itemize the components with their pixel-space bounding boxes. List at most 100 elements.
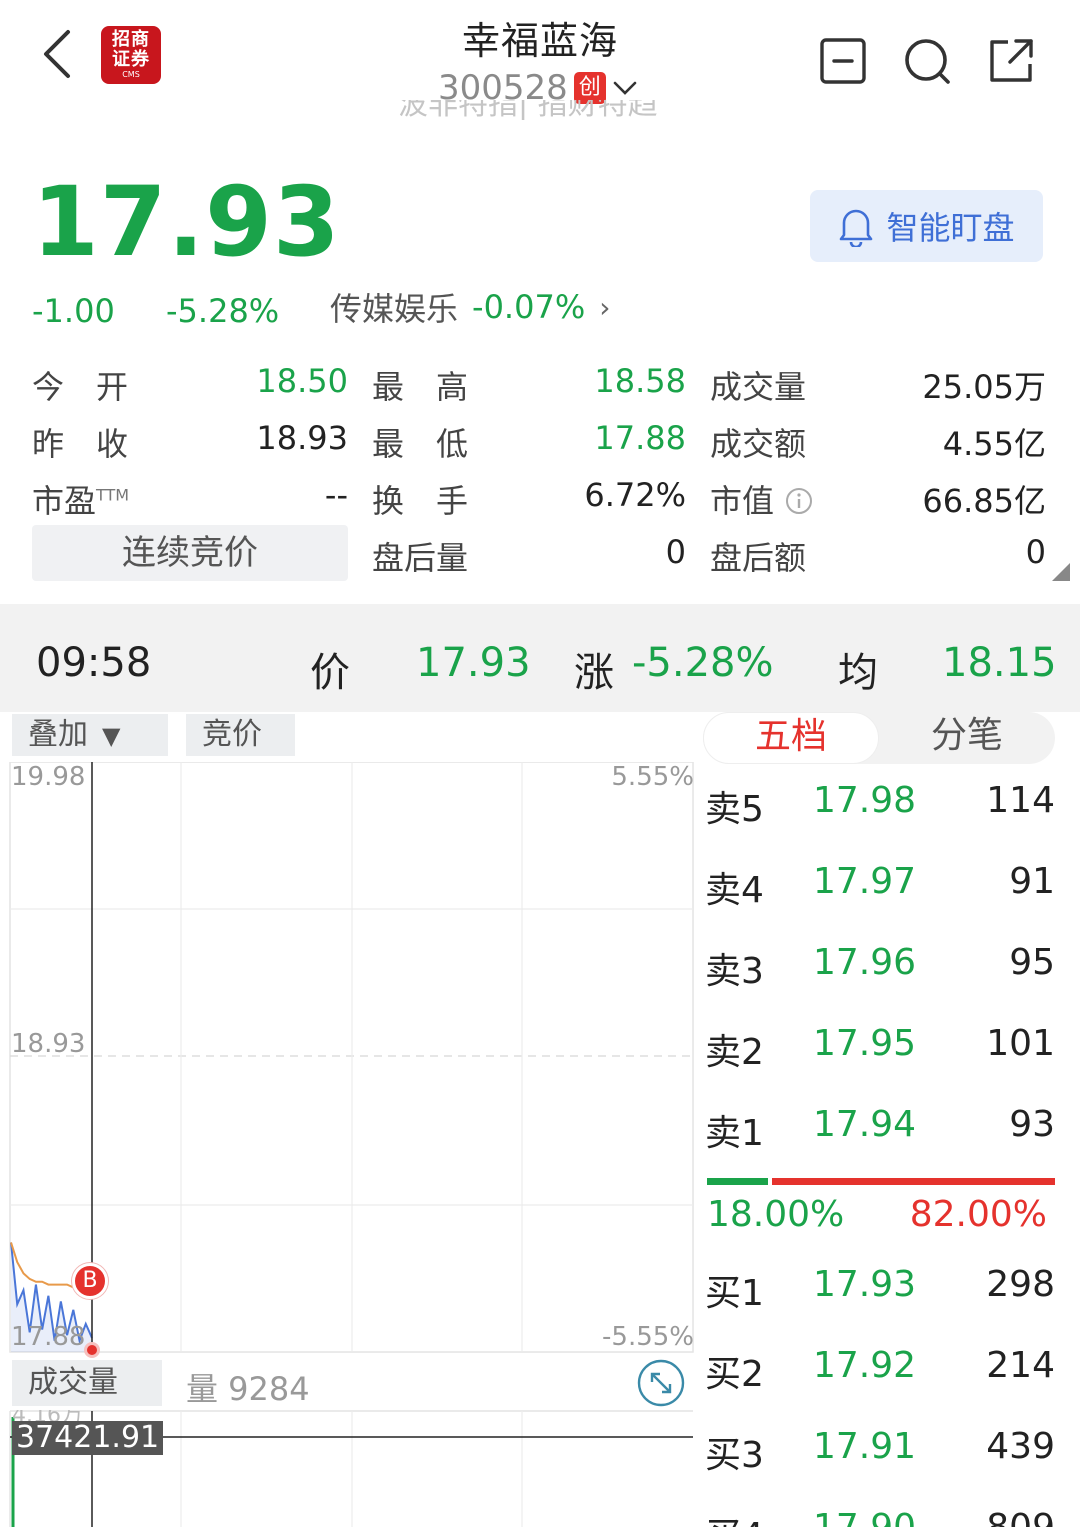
- mktcap-value: 66.85亿: [922, 482, 1046, 520]
- volume-readout: 量 9284: [186, 1370, 310, 1408]
- crosshair-avg-label: 均: [838, 650, 878, 696]
- bid-volume: 809: [986, 1507, 1055, 1527]
- tab-tick-by-tick[interactable]: 分笔: [879, 712, 1055, 764]
- current-price: 17.93: [32, 166, 341, 278]
- continuous-auction-button[interactable]: 连续竞价: [32, 525, 348, 581]
- ask-row[interactable]: 卖3 17.96 95: [700, 942, 1080, 992]
- after-hours-volume-label: 盘后量: [372, 539, 469, 577]
- expand-chart-icon[interactable]: [636, 1358, 686, 1408]
- price-line-chart[interactable]: [0, 762, 700, 1354]
- ask-volume: 114: [986, 780, 1055, 821]
- bid-price: 17.91: [812, 1426, 916, 1467]
- ask-row[interactable]: 卖4 17.97 91: [700, 861, 1080, 911]
- price-change: -1.00: [32, 292, 115, 330]
- bid-ask-ratio-bar: [707, 1178, 1055, 1185]
- info-icon[interactable]: [784, 486, 814, 516]
- low-label: 最 低: [372, 425, 469, 463]
- sector-link[interactable]: 传媒娱乐 -0.07% ›: [330, 284, 610, 330]
- tab-five-levels[interactable]: 五档: [703, 712, 879, 764]
- bid-row[interactable]: 买2 17.92 214: [700, 1345, 1080, 1395]
- intraday-chart-panel: 叠加 ▼ 竞价 19.98 18.93 17.88 5.55% -5.55% B …: [0, 712, 700, 1527]
- bid-volume: 439: [986, 1426, 1055, 1467]
- volume-indicator-selector[interactable]: 成交量▼: [12, 1360, 162, 1444]
- crosshair-info-bar: 09:58 价 17.93 涨 -5.28% 均 18.15: [0, 604, 1080, 712]
- bid-row[interactable]: 买3 17.91 439: [700, 1426, 1080, 1476]
- pe-value: --: [324, 476, 348, 514]
- bell-icon: [840, 209, 873, 247]
- open-label: 今 开: [32, 368, 129, 406]
- crosshair-change-pct: -5.28%: [632, 640, 774, 686]
- sector-name: 传媒娱乐: [330, 290, 459, 328]
- price-change-pct: -5.28%: [166, 292, 280, 330]
- pct-axis-bottom-label: -5.55%: [602, 1322, 694, 1352]
- ask-price: 17.95: [812, 1023, 916, 1064]
- ask-level-label: 卖5: [705, 789, 764, 830]
- ask-level-label: 卖2: [705, 1032, 764, 1073]
- prev-close-value: 18.93: [256, 419, 348, 457]
- ask-row[interactable]: 卖2 17.95 101: [700, 1023, 1080, 1073]
- ask-row[interactable]: 卖5 17.98 114: [700, 780, 1080, 830]
- buy-signal-marker[interactable]: B: [72, 1263, 108, 1299]
- expand-corner-icon[interactable]: [1052, 563, 1070, 581]
- prev-close-label: 昨 收: [32, 425, 129, 463]
- crosshair-avg: 18.15: [942, 640, 1057, 686]
- ask-ratio-fill: [771, 1178, 1055, 1185]
- ask-level-label: 卖3: [705, 951, 764, 992]
- after-hours-amount-label: 盘后额: [710, 539, 807, 577]
- crosshair-time: 09:58: [36, 640, 152, 686]
- bid-volume: 298: [986, 1264, 1055, 1305]
- ask-price: 17.94: [812, 1104, 916, 1145]
- bid-ratio-text: 18.00%: [707, 1194, 845, 1235]
- order-book-panel: 五档 分笔 卖5 17.98 114 卖4 17.97 91 卖3 17.96 …: [700, 712, 1080, 1527]
- amount-value: 4.55亿: [942, 425, 1046, 463]
- overlay-button[interactable]: 叠加 ▼: [12, 714, 168, 756]
- bid-level-label: 买1: [705, 1273, 764, 1314]
- bid-volume: 214: [986, 1345, 1055, 1386]
- ask-price: 17.97: [812, 861, 916, 902]
- broker-logo-small: CMS: [122, 70, 140, 79]
- remove-watchlist-icon[interactable]: [818, 36, 868, 86]
- mktcap-label: 市值: [710, 476, 814, 522]
- chevron-right-icon: ›: [599, 290, 611, 324]
- search-icon[interactable]: [902, 36, 952, 86]
- bid-price: 17.93: [812, 1264, 916, 1305]
- ask-level-label: 卖4: [705, 870, 764, 911]
- scrolling-subtitle: 波非特指| 指财特趋: [398, 100, 658, 120]
- auction-tab[interactable]: 竞价: [186, 714, 295, 756]
- ask-row[interactable]: 卖1 17.94 93: [700, 1104, 1080, 1154]
- dropdown-triangle-icon: ▼: [102, 722, 121, 750]
- bid-price: 17.90: [800, 1507, 916, 1527]
- open-value: 18.50: [256, 362, 348, 400]
- ask-volume: 91: [1009, 861, 1055, 902]
- order-book-tabs: 五档 分笔: [703, 712, 1055, 764]
- pe-ttm-sup: TTM: [96, 485, 130, 505]
- smart-watch-label: 智能盯盘: [886, 209, 1015, 247]
- high-label: 最 高: [372, 368, 469, 406]
- top-bar: 招商 证券 CMS 幸福蓝海 300528 创 波非特指| 指财特趋: [0, 0, 1080, 130]
- bid-ratio-fill: [707, 1178, 768, 1185]
- pe-label: 市盈TTM: [32, 482, 130, 520]
- current-point-dot: [84, 1342, 100, 1358]
- ask-volume: 101: [986, 1023, 1055, 1064]
- volume-crosshair-value: 37421.91: [12, 1421, 164, 1455]
- sector-change-pct: -0.07%: [472, 288, 586, 326]
- bid-row[interactable]: 买4 17.90 809: [700, 1507, 1080, 1527]
- ask-volume: 95: [1009, 942, 1055, 983]
- y-axis-bottom-label: 17.88: [11, 1322, 86, 1352]
- volume-label: 成交量: [710, 368, 807, 406]
- bid-level-label: 买3: [705, 1435, 764, 1476]
- smart-watch-button[interactable]: 智能盯盘: [810, 190, 1043, 262]
- volume-value: 25.05万: [922, 368, 1046, 406]
- high-value: 18.58: [594, 362, 686, 400]
- share-icon[interactable]: [986, 36, 1036, 86]
- bid-row[interactable]: 买1 17.93 298: [700, 1264, 1080, 1314]
- crosshair-change-label: 涨: [574, 650, 614, 696]
- ask-level-label: 卖1: [705, 1113, 764, 1154]
- turnover-label: 换 手: [372, 482, 469, 520]
- turnover-value: 6.72%: [584, 476, 686, 514]
- bid-level-label: 买2: [705, 1354, 764, 1395]
- chevron-down-icon: [613, 81, 637, 95]
- crosshair-price-label: 价: [310, 650, 350, 696]
- ask-price: 17.98: [812, 780, 916, 821]
- y-axis-top-label: 19.98: [11, 762, 86, 792]
